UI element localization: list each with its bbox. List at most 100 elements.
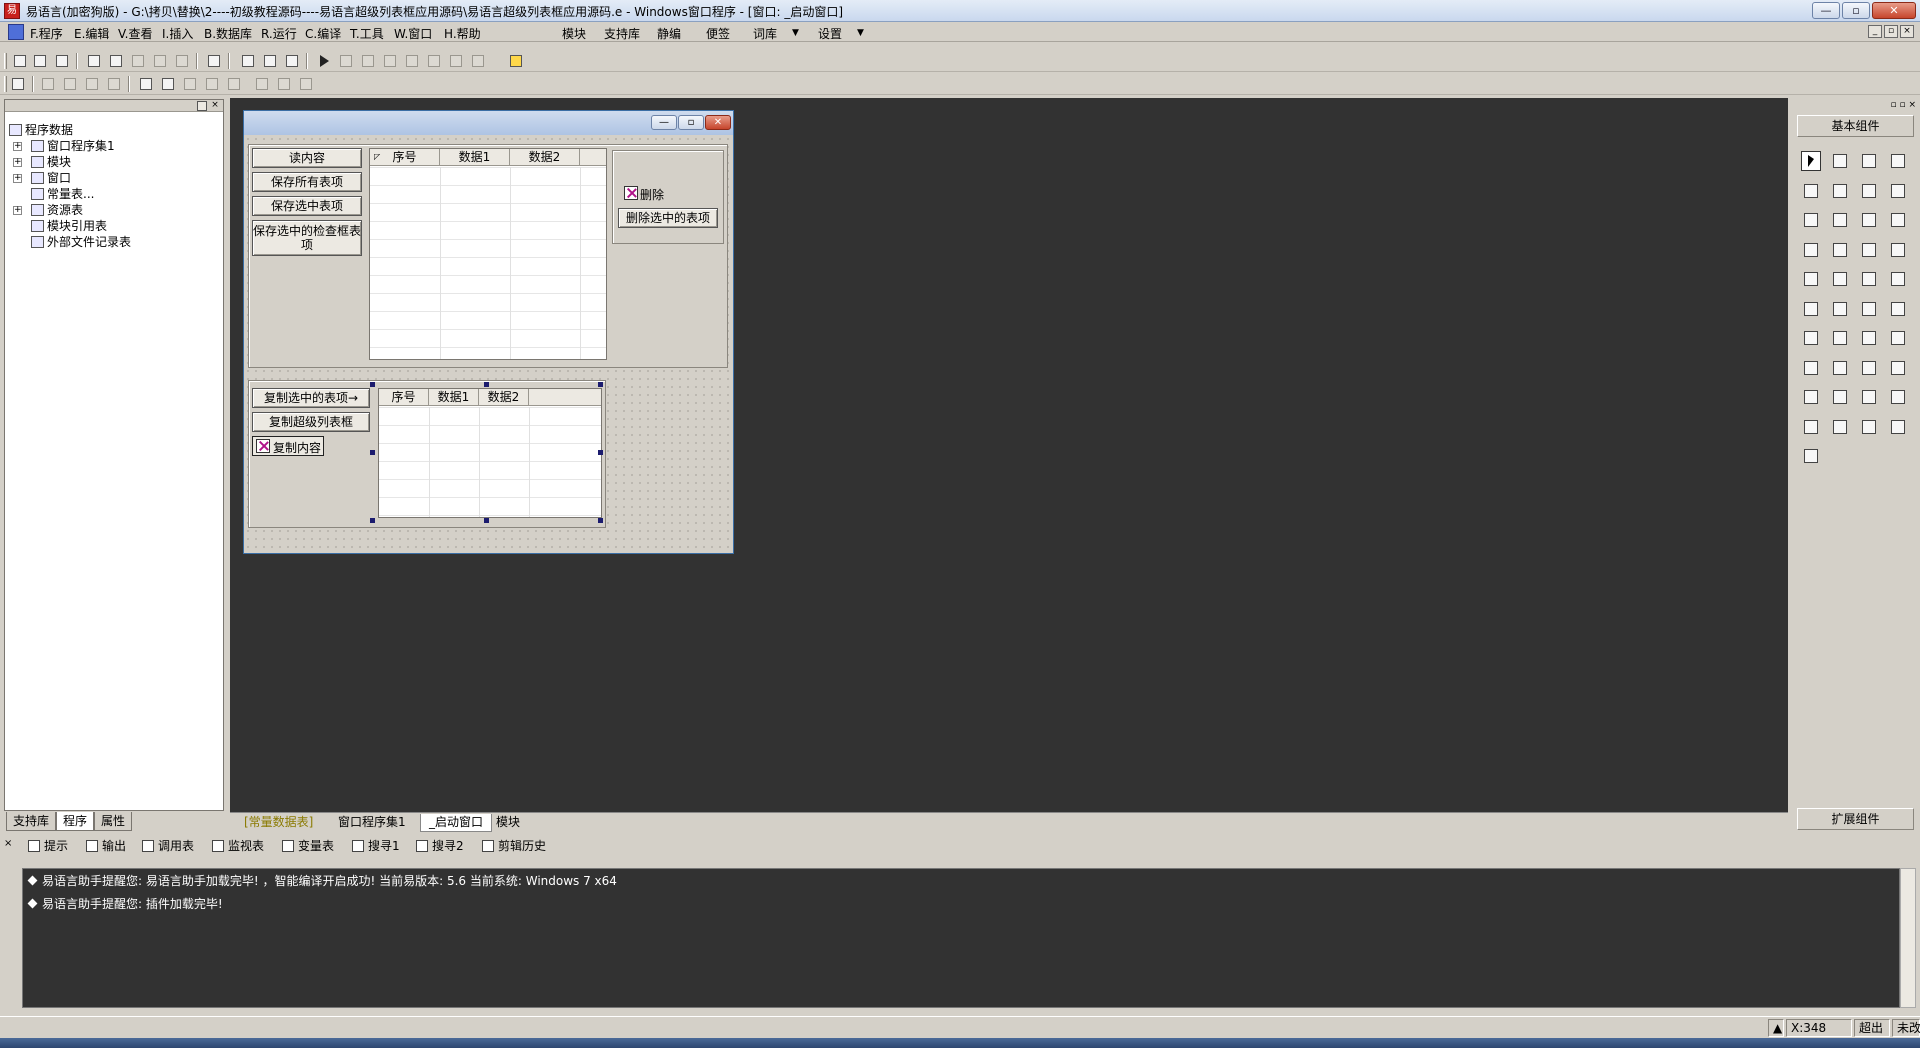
super-listbox-2[interactable]: 序号 数据1 数据2 [378,388,602,518]
spin-icon[interactable] [1859,328,1879,348]
minimize-button[interactable]: — [1812,2,1840,19]
image-icon[interactable] [1859,151,1879,171]
selection-handle[interactable] [370,382,375,387]
output-close-icon[interactable]: × [4,838,12,849]
menu-run[interactable]: R.运行 [261,25,297,42]
find-icon[interactable] [206,53,222,69]
settings-dropdown-icon[interactable]: ▼ [857,28,864,38]
chart-icon[interactable] [1859,417,1879,437]
space-vertical-icon[interactable] [204,76,220,92]
step-over-icon[interactable] [404,53,420,69]
read-content-button[interactable]: 读内容 [252,148,362,168]
menu-notes[interactable]: 便签 [706,25,730,42]
client-icon[interactable] [1801,387,1821,407]
step-icon[interactable] [360,53,376,69]
copy-content-checkbox-frame[interactable]: 复制内容 [252,436,324,456]
menu-support-lib[interactable]: 支持库 [604,25,640,42]
align-right-icon[interactable] [62,76,78,92]
helper-icon[interactable] [508,53,524,69]
network-icon[interactable] [1859,358,1879,378]
table-icon[interactable] [1888,269,1908,289]
edit-box-icon[interactable] [1801,181,1821,201]
expand-icon[interactable]: + [13,158,22,167]
tab-search2[interactable]: 搜寻2 [416,838,464,854]
run-to-cursor-icon[interactable] [448,53,464,69]
line-icon[interactable] [1888,181,1908,201]
scrollbar-icon[interactable] [1830,240,1850,260]
tab-output[interactable]: 输出 [86,838,126,854]
thesaurus-dropdown-icon[interactable]: ▼ [792,28,799,38]
selection-handle[interactable] [598,382,603,387]
column-header[interactable]: 数据1 [438,390,470,404]
selection-handle[interactable] [370,450,375,455]
expand-icon[interactable]: + [13,174,22,183]
tree-item-module[interactable]: 模块 [31,154,71,170]
menu-edit[interactable]: E.编辑 [74,25,109,42]
checkbox-icon[interactable] [1801,210,1821,230]
odbc-icon[interactable] [1888,417,1908,437]
radio-icon[interactable] [1830,210,1850,230]
server-icon[interactable] [1830,387,1850,407]
run-icon[interactable] [316,53,332,69]
tree-root[interactable]: 程序数据 [9,122,73,138]
space-horizontal-icon[interactable] [182,76,198,92]
mdi-restore-icon[interactable]: ▫ [1884,25,1898,38]
menu-compile[interactable]: C.编译 [305,25,341,42]
designer-window-title[interactable]: — ▫ ✕ [244,111,733,135]
save-all-button[interactable]: 保存所有表项 [252,172,362,192]
tab-support-lib[interactable]: 支持库 [6,812,57,831]
tab-clip-history[interactable]: 剪辑历史 [482,838,546,854]
panel-buttons-icon[interactable]: ▫ ▫ × [1891,100,1916,110]
slider-icon[interactable] [1859,240,1879,260]
mdi-minimize-icon[interactable]: _ [1868,25,1882,38]
column-header[interactable]: 序号 [391,390,415,404]
shape-icon[interactable] [1888,151,1908,171]
output-console[interactable]: 易语言助手提醒您: 易语言助手加载完毕! ，智能编译开启成功! 当前易版本: 5… [22,868,1900,1008]
expand-icon[interactable]: + [13,206,22,215]
menu-help[interactable]: H.帮助 [444,25,481,42]
center-vertical-icon[interactable] [160,76,176,92]
tab-properties[interactable]: 属性 [94,812,133,831]
layout-window-icon[interactable] [240,53,256,69]
close-button[interactable]: ✕ [1872,2,1916,19]
same-size-icon[interactable] [298,76,314,92]
scroll-up-icon[interactable]: ▲ [1768,1019,1784,1037]
tree-item-resources[interactable]: 资源表 [31,202,83,218]
paste-icon[interactable] [130,53,146,69]
socket-icon[interactable] [1888,358,1908,378]
tree-item-module-refs[interactable]: 模块引用表 [31,218,107,234]
maximize-button[interactable]: ▫ [1842,2,1870,19]
panel-restore-icon[interactable] [197,101,207,111]
center-horizontal-icon[interactable] [138,76,154,92]
column-header[interactable]: 数据2 [488,390,520,404]
redo-icon[interactable] [152,53,168,69]
open-folder-icon[interactable] [32,53,48,69]
designer-maximize-icon[interactable]: ▫ [678,115,704,130]
align-top-icon[interactable] [84,76,100,92]
tab-class[interactable]: 窗口程序集1 [330,814,414,832]
selection-handle[interactable] [484,382,489,387]
window-icon[interactable] [1859,387,1879,407]
same-width-icon[interactable] [254,76,270,92]
designer-close-icon[interactable]: ✕ [705,115,731,130]
odbc2-icon[interactable] [1801,446,1821,466]
designer-minimize-icon[interactable]: — [651,115,677,130]
selection-handle[interactable] [598,518,603,523]
menu-thesaurus[interactable]: 词库 [753,25,777,42]
layout-horizontal-icon[interactable] [262,53,278,69]
tab-module[interactable]: 模块 [488,814,528,832]
scroll-icon[interactable] [1888,240,1908,260]
expand-icon[interactable]: + [13,142,22,151]
align-left-icon[interactable] [40,76,56,92]
frame-icon[interactable] [1830,299,1850,319]
output-scrollbar[interactable] [1900,868,1916,1008]
text-icon[interactable] [1859,181,1879,201]
panel-icon[interactable] [1830,269,1850,289]
super-listbox-1[interactable]: ◸ 序号 数据1 数据2 [369,148,607,360]
menu-window[interactable]: W.窗口 [394,25,432,42]
selection-handle[interactable] [598,450,603,455]
step-into-icon[interactable] [382,53,398,69]
combobox-icon[interactable] [1888,210,1908,230]
calendar-icon[interactable] [1801,299,1821,319]
menu-insert[interactable]: I.插入 [162,25,193,42]
